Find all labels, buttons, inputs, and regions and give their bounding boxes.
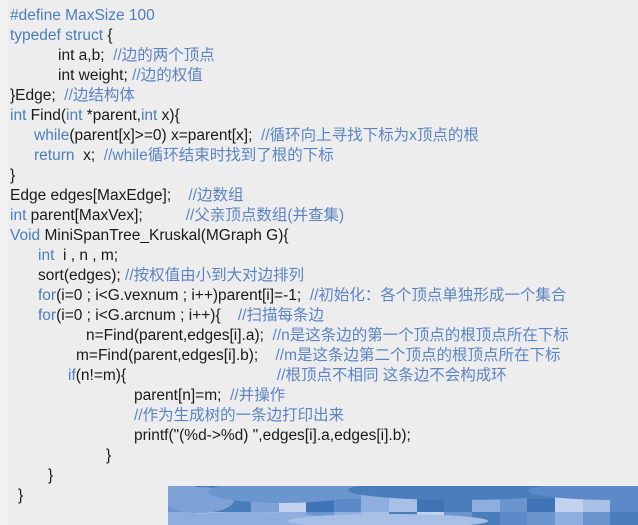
- code-line: Edge edges[MaxEdge]; //边数组: [0, 186, 638, 206]
- code-comment: //边的两个顶点: [113, 47, 215, 64]
- code-text: }Edge;: [10, 87, 65, 104]
- code-line: printf("(%d->%d) ",edges[i].a,edges[i].b…: [0, 426, 638, 446]
- code-comment: //边的权值: [132, 67, 203, 84]
- code-text: (i=0 ; i<G.vexnum ; i++)parent[i]=-1;: [56, 287, 310, 304]
- code-comment: //按权值由小到大对边排列: [125, 267, 305, 284]
- code-text: int weight;: [58, 67, 133, 84]
- code-line: int a,b; //边的两个顶点: [0, 46, 638, 66]
- code-line: while(parent[x]>=0) x=parent[x]; //循环向上寻…: [0, 126, 638, 146]
- code-keyword: while: [34, 127, 70, 144]
- code-block: #define MaxSize 100 typedef struct {int a…: [0, 0, 638, 506]
- code-line: int i , n , m;: [0, 246, 638, 266]
- code-line: int Find(int *parent,int x){: [0, 106, 638, 126]
- mosaic-cell: [527, 499, 555, 512]
- code-text: printf("(%d->%d) ",edges[i].a,edges[i].b…: [134, 427, 411, 444]
- code-text: sort(edges);: [38, 267, 126, 284]
- code-text: }: [48, 467, 54, 484]
- mosaic-cell: [610, 499, 638, 512]
- code-line: parent[n]=m; //并操作: [0, 386, 638, 406]
- mosaic-blob: [288, 514, 488, 525]
- code-comment: //while循环结束时找到了根的下标: [103, 147, 334, 164]
- code-line: }Edge; //边结构体: [0, 86, 638, 106]
- code-line: }: [0, 466, 638, 486]
- code-line: n=Find(parent,edges[i].a); //n是这条边的第一个顶点…: [0, 326, 638, 346]
- mosaic-cell: [582, 499, 611, 512]
- code-text: }: [10, 167, 16, 184]
- code-keyword: int: [10, 207, 27, 224]
- mosaic-cell: [389, 499, 417, 512]
- code-line: return x; //while循环结束时找到了根的下标: [0, 146, 638, 166]
- code-line: }: [0, 166, 638, 186]
- code-keyword: return: [34, 147, 75, 164]
- code-comment: //边结构体: [64, 87, 135, 104]
- code-keyword: int: [10, 107, 27, 124]
- mosaic-cell: [416, 499, 445, 512]
- code-line: sort(edges); //按权值由小到大对边排列: [0, 266, 638, 286]
- mosaic-cell: [333, 499, 362, 512]
- code-text: (n!=m){: [75, 367, 277, 384]
- code-comment: //并操作: [230, 387, 286, 404]
- code-text: i , n , m;: [54, 247, 119, 264]
- code-comment: //扫描每条边: [237, 307, 324, 324]
- code-text: Edge edges[MaxEdge];: [10, 187, 189, 204]
- mosaic-cell: [527, 512, 555, 525]
- pixelated-blue-banner: [168, 486, 638, 525]
- code-keyword: for: [38, 287, 57, 304]
- code-comment: //父亲顶点数组(并查集): [185, 207, 345, 224]
- code-comment: //循环向上寻找下标为x顶点的根: [261, 127, 479, 144]
- code-comment: //n是这条边的第一个顶点的根顶点所在下标: [272, 327, 569, 344]
- code-text: x){: [157, 107, 180, 124]
- screenshot-root: #define MaxSize 100 typedef struct {int a…: [0, 0, 638, 525]
- mosaic-cell: [582, 512, 611, 525]
- code-line: //作为生成树的一条边打印出来: [0, 406, 638, 426]
- code-keyword: for: [38, 307, 57, 324]
- mosaic-cell: [554, 499, 583, 512]
- code-line: Void MiniSpanTree_Kruskal(MGraph G){: [0, 226, 638, 246]
- code-line: int weight; //边的权值: [0, 66, 638, 86]
- code-keyword: typedef struct: [10, 27, 104, 44]
- mosaic-cell: [472, 499, 500, 512]
- code-comment: //初始化：各个顶点单独形成一个集合: [309, 287, 567, 304]
- code-text: MiniSpanTree_Kruskal(MGraph G){: [40, 227, 289, 244]
- mosaic-cell: [554, 512, 583, 525]
- code-keyword: int: [66, 107, 83, 124]
- code-line: m=Find(parent,edges[i].b); //m是这条边第二个顶点的…: [0, 346, 638, 366]
- code-keyword: if: [68, 367, 76, 384]
- code-line: if(n!=m){ //根顶点不相同 这条边不会构成环: [0, 366, 638, 386]
- code-keyword: int: [140, 107, 158, 124]
- code-text: }: [106, 447, 112, 464]
- code-text: parent[n]=m;: [134, 387, 231, 404]
- code-text: *parent,: [82, 107, 141, 124]
- code-text: Find(: [26, 107, 66, 124]
- code-line: #define MaxSize 100: [0, 6, 638, 26]
- code-text: }: [18, 487, 24, 504]
- code-text: parent[MaxVex];: [26, 207, 186, 224]
- code-line: typedef struct {: [0, 26, 638, 46]
- code-comment: //根顶点不相同 这条边不会构成环: [276, 367, 507, 384]
- code-comment: //边数组: [188, 187, 244, 204]
- mosaic-cell: [499, 499, 528, 512]
- code-text: m=Find(parent,edges[i].b);: [76, 347, 276, 364]
- code-keyword: int: [38, 247, 55, 264]
- mosaic-cell: [361, 499, 390, 512]
- code-line: int parent[MaxVex]; //父亲顶点数组(并查集): [0, 206, 638, 226]
- code-line: for(i=0 ; i<G.arcnum ; i++){ //扫描每条边: [0, 306, 638, 326]
- code-text: (parent[x]>=0) x=parent[x];: [69, 127, 262, 144]
- code-line: for(i=0 ; i<G.vexnum ; i++)parent[i]=-1;…: [0, 286, 638, 306]
- mosaic-cell: [610, 512, 638, 525]
- code-keyword: Void: [10, 227, 41, 244]
- code-text: {: [103, 27, 113, 44]
- code-text: n=Find(parent,edges[i].a);: [86, 327, 273, 344]
- code-comment: //作为生成树的一条边打印出来: [134, 407, 345, 424]
- code-line: }: [0, 446, 638, 466]
- mosaic-cell: [499, 512, 528, 525]
- code-text: x;: [74, 147, 104, 164]
- mosaic-cell: [444, 499, 473, 512]
- code-keyword: #define MaxSize 100: [10, 7, 155, 24]
- code-text: (i=0 ; i<G.arcnum ; i++){: [56, 307, 238, 324]
- code-text: int a,b;: [58, 47, 114, 64]
- code-comment: //m是这条边第二个顶点的根顶点所在下标: [275, 347, 561, 364]
